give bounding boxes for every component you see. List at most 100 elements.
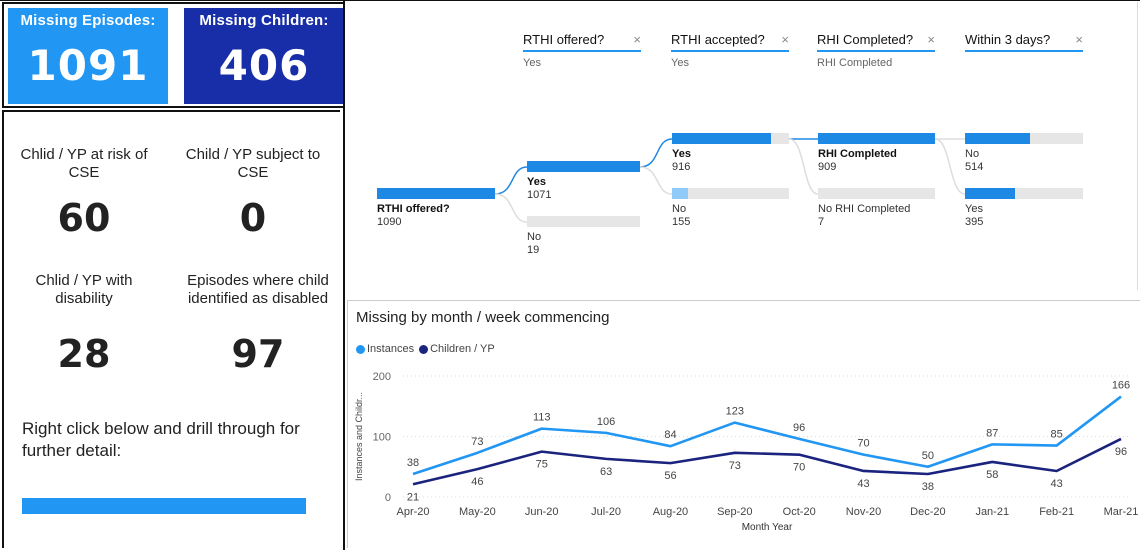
missing-episodes-label: Missing Episodes: xyxy=(20,12,156,29)
x-tick-label: Dec-20 xyxy=(910,506,945,518)
tree-node-l3-not-completed[interactable]: No RHI Completed 7 xyxy=(818,188,935,229)
data-label: 46 xyxy=(471,476,483,488)
tree-node-value: 1090 xyxy=(377,216,402,228)
data-label: 63 xyxy=(600,466,612,478)
tree-node-label: RTHI offered? xyxy=(377,203,450,215)
tree-node-l1-no[interactable]: No 19 xyxy=(527,216,640,257)
missing-children-card[interactable]: Missing Children: 406 xyxy=(184,8,344,104)
data-label: 38 xyxy=(407,457,419,469)
tree-node-value: 514 xyxy=(965,161,984,173)
x-tick-label: Aug-20 xyxy=(653,506,688,518)
x-tick-label: Nov-20 xyxy=(846,506,881,518)
tree-connector xyxy=(788,138,819,195)
drill-through-instructions: Right click below and drill through for … xyxy=(22,419,300,460)
tree-node-root[interactable]: RTHI offered? 1090 xyxy=(377,188,495,229)
metric-episodes-disabled-value: 97 xyxy=(231,332,285,376)
tree-node-label: No RHI Completed xyxy=(818,203,911,215)
data-label: 96 xyxy=(793,422,805,434)
tree-node-l4-yes[interactable]: Yes 395 xyxy=(965,188,1083,229)
missing-children-label: Missing Children: xyxy=(199,12,329,29)
y-tick-label: 200 xyxy=(373,371,391,383)
x-tick-label: Apr-20 xyxy=(396,506,429,518)
x-tick-label: Jan-21 xyxy=(975,506,1009,518)
y-axis-title: Instances and Childr... xyxy=(354,392,364,481)
data-label: 70 xyxy=(793,462,805,474)
data-label: 85 xyxy=(1051,429,1063,441)
tree-node-label: Yes xyxy=(527,176,546,188)
tree-node-label: No xyxy=(672,203,687,215)
metric-disability-label: Chlid / YP with disability xyxy=(35,272,133,307)
data-label: 75 xyxy=(536,459,548,471)
frame-top xyxy=(0,0,1140,1)
tree-node-value: 395 xyxy=(965,216,984,228)
tree-node-value: 909 xyxy=(818,161,837,173)
data-label: 73 xyxy=(471,436,483,448)
x-axis-title: Month Year xyxy=(742,522,793,533)
legend-item-children[interactable]: Children / YP xyxy=(419,343,495,355)
data-label: 123 xyxy=(726,406,744,418)
data-label: 58 xyxy=(986,469,998,481)
tree-connector xyxy=(494,193,528,223)
tree-node-label: Yes xyxy=(965,203,983,215)
line-chart-canvas: 0 100 200 Instances and Childr... Apr-20 May-… xyxy=(354,371,1139,533)
data-label: 50 xyxy=(922,450,934,462)
tree-node-l3-completed[interactable]: RHI Completed 909 xyxy=(818,133,935,174)
decomposition-tree-panel: RTHI offered? × Yes RTHI accepted? × Yes R… xyxy=(345,2,1138,290)
tree-node-label: No xyxy=(965,148,980,160)
tree-node-label: RHI Completed xyxy=(818,148,897,160)
data-label: 166 xyxy=(1112,380,1130,392)
tree-node-l1-yes[interactable]: Yes 1071 xyxy=(527,161,640,202)
tree-node-value: 7 xyxy=(818,216,825,228)
tree-connector xyxy=(639,166,673,195)
series-line-0 xyxy=(412,395,1122,476)
data-label: 56 xyxy=(664,470,676,482)
metric-disability-value: 28 xyxy=(57,332,111,376)
tree-node-label: No xyxy=(527,231,542,243)
data-label: 96 xyxy=(1115,446,1127,458)
tree-node-l2-yes[interactable]: Yes 916 xyxy=(672,133,789,174)
x-tick-label: Jul-20 xyxy=(591,506,621,518)
frame-divider xyxy=(343,0,345,550)
chart-legend: Instances Children / YP xyxy=(356,343,498,355)
missing-by-month-chart: 0 100 200 Instances and Childr... Apr-20 May-… xyxy=(347,300,1140,548)
tree-node-value: 19 xyxy=(527,244,540,256)
missing-children-value: 406 xyxy=(218,41,310,90)
tree-connector xyxy=(639,138,673,168)
tree-connector xyxy=(934,138,966,195)
x-tick-label: May-20 xyxy=(459,506,496,518)
data-label: 21 xyxy=(407,491,419,503)
tree-node-value: 916 xyxy=(672,161,691,173)
legend-label: Children / YP xyxy=(430,343,495,355)
tree-node-l4-no[interactable]: No 514 xyxy=(965,133,1083,174)
drill-through-bar[interactable] xyxy=(22,498,306,514)
x-tick-label: Jun-20 xyxy=(525,506,559,518)
metric-episodes-disabled: Episodes where child identified as disab… xyxy=(178,272,338,376)
metrics-panel: Chlid / YP at risk of CSE 60 Child / YP … xyxy=(2,110,340,548)
metric-risk-cse-value: 60 xyxy=(57,196,111,240)
metric-risk-cse: Chlid / YP at risk of CSE 60 xyxy=(14,146,154,240)
data-label: 70 xyxy=(857,438,869,450)
tree-node-l2-no[interactable]: No 155 xyxy=(672,188,789,229)
data-label: 43 xyxy=(1051,478,1063,490)
data-label: 106 xyxy=(597,416,615,428)
kpi-card-group: Missing Episodes: 1091 Missing Children:… xyxy=(2,2,350,108)
chart-title: Missing by month / week commencing xyxy=(356,309,610,326)
metric-subject-cse-value: 0 xyxy=(239,196,267,240)
data-label: 43 xyxy=(857,478,869,490)
metric-subject-cse: Child / YP subject to CSE 0 xyxy=(178,146,328,240)
data-label: 84 xyxy=(664,429,676,441)
y-tick-label: 0 xyxy=(385,492,391,504)
metric-risk-cse-label: Chlid / YP at risk of CSE xyxy=(20,146,148,181)
x-tick-label: Mar-21 xyxy=(1104,506,1139,518)
data-label: 38 xyxy=(922,481,934,493)
tree-connector xyxy=(494,166,528,195)
metric-disability: Chlid / YP with disability 28 xyxy=(14,272,154,376)
x-tick-label: Sep-20 xyxy=(717,506,752,518)
y-tick-label: 100 xyxy=(373,432,391,444)
x-tick-label: Feb-21 xyxy=(1039,506,1074,518)
missing-episodes-value: 1091 xyxy=(27,41,149,90)
legend-item-instances[interactable]: Instances xyxy=(356,343,414,355)
tree-node-value: 1071 xyxy=(527,189,552,201)
missing-episodes-card[interactable]: Missing Episodes: 1091 xyxy=(8,8,168,104)
x-tick-label: Oct-20 xyxy=(783,506,816,518)
